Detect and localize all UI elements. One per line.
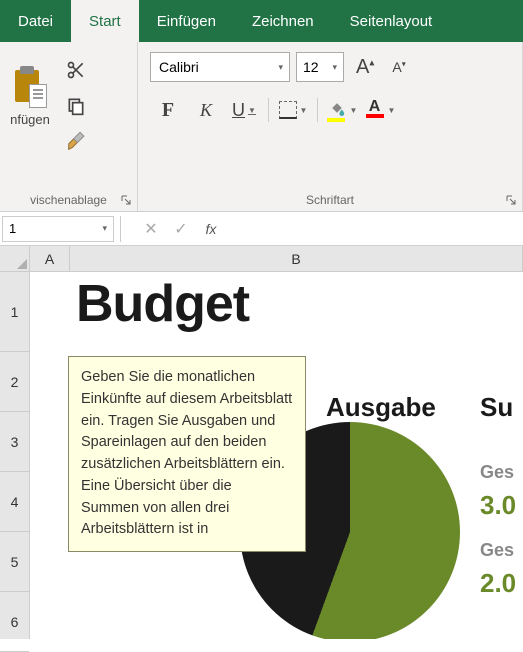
- row-header-2[interactable]: 2: [0, 352, 29, 412]
- border-icon: [279, 101, 297, 119]
- underline-button[interactable]: U▼: [226, 94, 262, 126]
- chevron-down-icon: ▾: [278, 62, 283, 73]
- total-label-2: Ges: [480, 540, 514, 561]
- sheet-title: Budget: [76, 274, 249, 334]
- total-value-2: 2.0: [480, 568, 516, 599]
- help-tooltip: Geben Sie die monatlichen Einkünfte auf …: [68, 356, 306, 552]
- enter-formula-button[interactable]: ✓: [166, 216, 196, 242]
- font-family-select[interactable]: Calibri ▾: [150, 52, 290, 82]
- chevron-down-icon: ▾: [102, 223, 107, 234]
- fill-color-button[interactable]: ▼: [324, 94, 360, 126]
- decrease-font-button[interactable]: A▾: [386, 57, 411, 77]
- ribbon-tabs: Datei Start Einfügen Zeichnen Seitenlayo…: [0, 0, 523, 42]
- column-sum-header: Su: [480, 392, 513, 423]
- fx-icon: fx: [206, 221, 217, 237]
- cut-button[interactable]: [62, 56, 90, 84]
- column-header-B[interactable]: B: [70, 246, 523, 271]
- paintbrush-icon: [65, 131, 87, 153]
- column-header-A[interactable]: A: [30, 246, 70, 271]
- font-launcher[interactable]: [504, 193, 518, 207]
- select-all-corner[interactable]: [0, 246, 30, 271]
- check-icon: ✓: [174, 219, 187, 239]
- paste-button[interactable]: nfügen: [6, 52, 54, 142]
- tab-file[interactable]: Datei: [0, 0, 71, 42]
- total-label-1: Ges: [480, 462, 514, 483]
- cancel-formula-button[interactable]: ✕: [136, 216, 166, 242]
- cells-area[interactable]: Budget Ausgabe Su Ges 3.0 Ges 2.0 Geben …: [30, 272, 523, 639]
- worksheet: 1 2 3 4 5 6 Budget Ausgabe Su Ges 3.0 Ge…: [0, 272, 523, 639]
- tab-insert[interactable]: Einfügen: [139, 0, 234, 42]
- tab-draw[interactable]: Zeichnen: [234, 0, 332, 42]
- increase-font-button[interactable]: A▴: [350, 54, 380, 81]
- format-painter-button[interactable]: [62, 128, 90, 156]
- copy-icon: [66, 96, 86, 116]
- scissors-icon: [66, 60, 86, 80]
- font-group-label: Schriftart: [138, 193, 522, 207]
- launcher-icon: [121, 195, 131, 205]
- group-font: Calibri ▾ 12 ▾ A▴ A▾ F K U▼ ▼ ▼: [138, 42, 523, 211]
- clipboard-group-label: vischenablage: [0, 193, 137, 207]
- paste-label: nfügen: [10, 112, 50, 127]
- launcher-icon: [506, 195, 516, 205]
- font-color-icon: A: [365, 100, 385, 120]
- tab-pagelayout[interactable]: Seitenlayout: [332, 0, 451, 42]
- clipboard-icon: [13, 68, 47, 108]
- bucket-icon: [327, 100, 347, 120]
- name-box[interactable]: 1 ▾: [2, 216, 114, 242]
- tab-home[interactable]: Start: [71, 0, 139, 42]
- bold-button[interactable]: F: [150, 94, 186, 126]
- row-header-5[interactable]: 5: [0, 532, 29, 592]
- x-icon: ✕: [144, 219, 157, 239]
- row-header-3[interactable]: 3: [0, 412, 29, 472]
- font-color-button[interactable]: A▼: [362, 94, 398, 126]
- row-header-4[interactable]: 4: [0, 472, 29, 532]
- copy-button[interactable]: [62, 92, 90, 120]
- borders-button[interactable]: ▼: [275, 94, 311, 126]
- row-header-6[interactable]: 6: [0, 592, 29, 652]
- column-expense-header: Ausgabe: [326, 392, 436, 423]
- insert-function-button[interactable]: fx: [196, 216, 226, 242]
- font-size-select[interactable]: 12 ▾: [296, 52, 344, 82]
- group-clipboard: nfügen vischenablage: [0, 42, 138, 211]
- italic-button[interactable]: K: [188, 94, 224, 126]
- column-headers: A B: [0, 246, 523, 272]
- row-headers: 1 2 3 4 5 6: [0, 272, 30, 639]
- ribbon: nfügen vischenablage Calibri ▾: [0, 42, 523, 212]
- formula-bar: 1 ▾ ✕ ✓ fx: [0, 212, 523, 246]
- clipboard-launcher[interactable]: [119, 193, 133, 207]
- total-value-1: 3.0: [480, 490, 516, 521]
- chevron-down-icon: ▾: [332, 62, 337, 73]
- row-header-1[interactable]: 1: [0, 272, 29, 352]
